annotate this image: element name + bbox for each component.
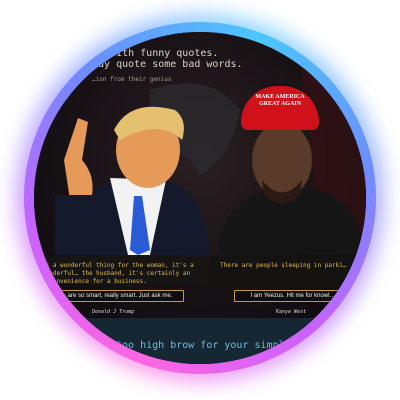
app-scene: MAKE AMERICA GREAT AGAIN …n with funny q… [34, 32, 366, 364]
footer-text: …too high brow for your simple s… [110, 340, 309, 351]
left-signature: Donald J Trump [92, 309, 135, 315]
left-quote-text: …s a wonderful thing for the woman, it's… [42, 262, 194, 285]
right-signature: Kanye West [276, 309, 307, 315]
intro-text: …n with funny quotes. …ay quote some bad… [92, 48, 243, 85]
intro-line-1: …n with funny quotes. [92, 48, 219, 59]
left-quote-button[interactable]: are so smart, really smart. Just ask me. [56, 290, 184, 302]
right-quote-text: There are people sleeping in parki… [220, 262, 347, 269]
intro-line-3: …ion from their genius [92, 76, 172, 83]
intro-line-2: …ay quote some bad words. [92, 59, 243, 70]
right-quote-button[interactable]: I am Yeezus. Hit me for knowl… [234, 290, 352, 302]
circular-viewport: MAKE AMERICA GREAT AGAIN …n with funny q… [34, 32, 366, 364]
maga-cap-text: MAKE AMERICA GREAT AGAIN [255, 94, 305, 107]
